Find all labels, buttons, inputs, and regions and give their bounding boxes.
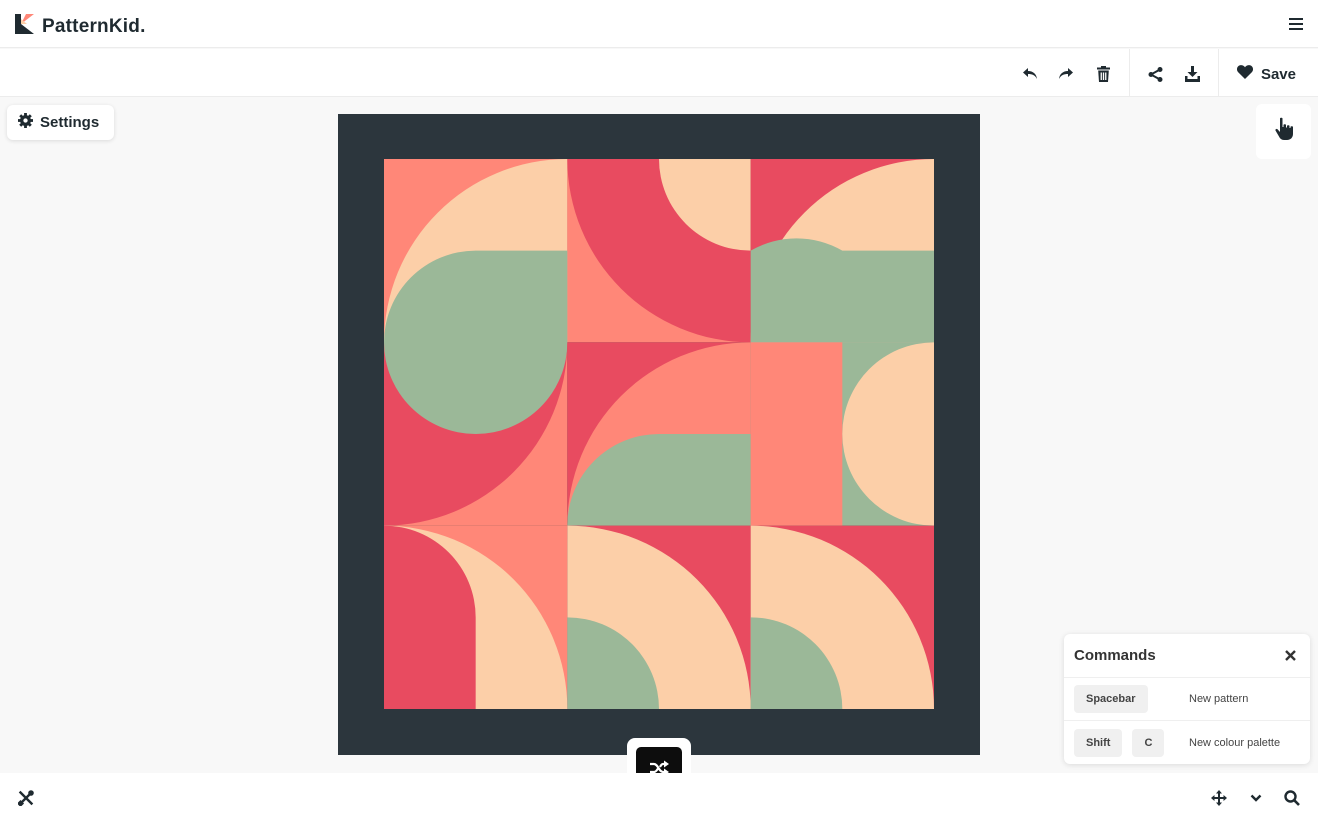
- gear-icon: [18, 112, 33, 133]
- download-icon[interactable]: [1181, 63, 1203, 85]
- logo[interactable]: PatternKid.: [14, 13, 146, 40]
- undo-icon[interactable]: [1019, 63, 1041, 85]
- hand-pointer-icon: [1274, 117, 1294, 146]
- settings-label: Settings: [40, 114, 100, 131]
- command-row: Shift C New colour palette: [1064, 721, 1310, 764]
- save-label: Save: [1260, 65, 1296, 83]
- move-arrows-icon[interactable]: [1209, 788, 1229, 808]
- command-description: New pattern: [1189, 693, 1249, 705]
- key-badge: Shift: [1074, 728, 1123, 757]
- trash-icon[interactable]: [1092, 63, 1114, 85]
- logo-text: PatternKid.: [42, 15, 146, 37]
- action-toolbar: Save: [0, 49, 1318, 97]
- commands-panel: Commands Spacebar New pattern Shift C Ne…: [1064, 634, 1310, 764]
- bottom-bar: [0, 773, 1318, 824]
- key-badge: Spacebar: [1074, 685, 1148, 713]
- command-description: New colour palette: [1189, 736, 1281, 749]
- patternkid-logo-icon: [14, 13, 36, 40]
- commands-title: Commands: [1074, 647, 1156, 664]
- hamburger-menu-icon[interactable]: [1286, 14, 1306, 34]
- command-row: Spacebar New pattern: [1064, 678, 1310, 721]
- settings-button[interactable]: Settings: [7, 105, 115, 140]
- pattern-artwork: [384, 159, 934, 709]
- share-icon[interactable]: [1144, 63, 1166, 85]
- commands-header: Commands: [1064, 634, 1310, 678]
- tools-icon[interactable]: [16, 788, 36, 808]
- key-badge: C: [1132, 728, 1165, 757]
- chevron-down-icon[interactable]: [1246, 788, 1266, 808]
- close-icon[interactable]: [1282, 648, 1298, 664]
- save-button[interactable]: Save: [1236, 63, 1296, 85]
- heart-icon: [1236, 64, 1253, 84]
- pattern-canvas[interactable]: [338, 114, 980, 755]
- search-icon[interactable]: [1282, 788, 1302, 808]
- pointer-tool-button[interactable]: [1256, 104, 1311, 159]
- toolbar-divider: [1218, 49, 1219, 97]
- top-bar: PatternKid.: [0, 0, 1318, 48]
- toolbar-divider: [1129, 49, 1130, 97]
- redo-icon[interactable]: [1055, 63, 1077, 85]
